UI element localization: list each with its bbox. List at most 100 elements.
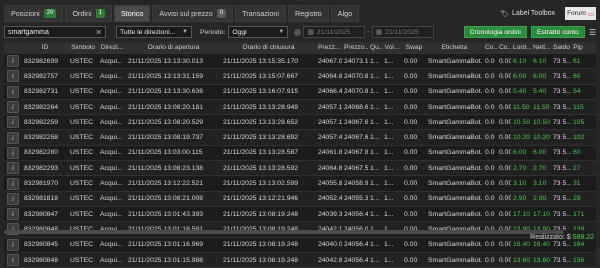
table-cell: 1... <box>384 134 394 142</box>
info-icon[interactable]: i <box>7 238 19 251</box>
direction-select[interactable]: Tutte le direzioni... ▼ <box>116 26 192 38</box>
table-row[interactable]: i 832980848 USTEC Acqui... 21/11/2025 13:01:… <box>4 252 596 268</box>
table-cell: Acqui... <box>100 195 123 203</box>
table-cell: 1... <box>370 118 380 126</box>
column-header[interactable]: Etichetta <box>426 44 483 51</box>
horizontal-scrollbar[interactable] <box>4 230 596 234</box>
column-header[interactable]: Qu... <box>368 44 382 51</box>
tab-avvisi-sul-prezzo[interactable]: Avvisi sul prezzo 0 <box>152 5 234 22</box>
table-row[interactable]: i 832982757 USTEC Acqui... 21/11/2025 13:13:… <box>4 69 596 85</box>
table-cell: 136 <box>573 256 585 264</box>
table-cell: 832982699 <box>24 57 59 65</box>
table-cell: SmartGammaBot... <box>428 118 483 126</box>
info-icon[interactable]: i <box>7 55 19 68</box>
table-row[interactable]: i 832982731 USTEC Acqui... 21/11/2025 13:13:… <box>4 84 596 100</box>
scrollbar-thumb[interactable] <box>4 230 564 234</box>
info-icon[interactable]: i <box>7 162 19 175</box>
forum-label: Forum <box>567 10 586 17</box>
table-row[interactable]: i 832982264 USTEC Acqui... 21/11/2025 13:08:… <box>4 99 596 116</box>
info-icon[interactable]: i <box>7 192 19 205</box>
table-row[interactable]: i 832982293 USTEC Acqui... 21/11/2025 13:08:… <box>4 161 596 177</box>
info-icon[interactable]: i <box>7 131 19 144</box>
table-cell: 24070.80 <box>344 88 368 96</box>
table-cell: 832981970 <box>24 180 59 188</box>
tab-algo[interactable]: Algo <box>330 5 360 22</box>
table-row[interactable]: i 832982259 USTEC Acqui... 21/11/2025 13:08:… <box>4 115 596 131</box>
table-row[interactable]: i 832981818 USTEC Acqui... 21/11/2025 13:08:… <box>4 191 596 207</box>
table-row[interactable]: i 832980847 USTEC Acqui... 21/11/2025 13:01:… <box>4 206 596 223</box>
table-cell: 832982293 <box>24 164 59 172</box>
tab-storico[interactable]: Storico <box>113 5 151 22</box>
table-cell: 73 5... <box>553 57 571 65</box>
order-history-button[interactable]: Cronologia ordini <box>463 26 527 38</box>
info-icon[interactable]: i <box>7 85 19 98</box>
table-header: ID Simbolo Direzi... Orario di apertura Orar… <box>4 42 596 54</box>
table-row[interactable]: i 832981970 USTEC Acqui... 21/11/2025 13:12:… <box>4 176 596 192</box>
table-cell: 60 <box>573 149 581 157</box>
table-cell: 832980845 <box>24 241 59 249</box>
drag-handle[interactable]: • • • <box>285 0 315 4</box>
clear-icon[interactable]: ✕ <box>95 28 102 37</box>
forum-button[interactable]: Forum ▭ <box>565 7 596 20</box>
table-cell: 0.0 <box>485 195 495 203</box>
statement-button[interactable]: Estratto conto <box>530 26 585 38</box>
info-icon[interactable]: i <box>7 177 19 190</box>
search-value: smartgamma <box>8 28 49 36</box>
table-cell: 832982757 <box>24 72 59 80</box>
table-cell: 1... <box>384 103 394 111</box>
info-icon[interactable]: i <box>7 116 19 129</box>
date-range-radio[interactable] <box>294 28 302 36</box>
label-toolbox-button[interactable]: 🏷 Label Toolbox <box>494 6 561 21</box>
table-cell: 0.0 <box>485 88 495 96</box>
table-row[interactable]: i 832980845 USTEC Acqui... 21/11/2025 13:01:… <box>4 237 596 253</box>
table-cell: USTEC <box>70 118 94 126</box>
column-header[interactable]: Orario di apertura <box>126 44 221 51</box>
info-icon[interactable]: i <box>7 254 19 266</box>
table-cell: 60 <box>573 72 581 80</box>
column-header[interactable]: Simbolo <box>68 44 98 51</box>
table-row[interactable]: i 832982699 USTEC Acqui... 21/11/2025 13:13:… <box>4 54 596 70</box>
column-header[interactable]: ID <box>22 44 68 51</box>
filter-bar: smartgamma ✕ Tutte le direzioni... ▼ Per… <box>4 25 596 39</box>
table-cell: 24055.80 <box>318 180 342 188</box>
table-row[interactable]: i 832982280 USTEC Acqui... 21/11/2025 13:03:… <box>4 145 596 162</box>
column-header[interactable]: Lord... <box>511 44 531 51</box>
info-icon[interactable]: i <box>7 101 19 114</box>
column-header[interactable]: Nett... <box>531 44 551 51</box>
table-row[interactable]: i 832982258 USTEC Acqui... 21/11/2025 13:08:… <box>4 130 596 146</box>
info-icon[interactable]: i <box>7 70 19 83</box>
search-input[interactable]: smartgamma ✕ <box>4 26 106 38</box>
date-from-field[interactable]: ▦ 21/11/2025 <box>303 26 366 38</box>
period-select[interactable]: Oggi ▼ <box>228 26 289 38</box>
table-cell: 1... <box>384 256 394 264</box>
calendar-icon: ▦ <box>375 29 383 36</box>
info-icon[interactable]: i <box>7 146 19 159</box>
table-cell: 24064.80 <box>318 164 342 172</box>
table-cell: 0.00 <box>499 241 511 249</box>
table-cell: 1... <box>384 180 394 188</box>
table-cell: 13.60 <box>533 256 551 264</box>
date-to-field[interactable]: ▦ 21/11/2025 <box>371 26 434 38</box>
table-cell: Acqui... <box>100 164 123 172</box>
column-header[interactable]: Prezzo... <box>342 44 368 51</box>
table-cell: 1... <box>370 72 380 80</box>
tab-bar: Posizioni 20 Ordini 1 Storico Avvisi sul prez… <box>4 5 596 22</box>
column-header[interactable]: Vol... <box>382 44 402 51</box>
column-header[interactable]: Co... <box>497 44 511 51</box>
tab-transazioni[interactable]: Transazioni <box>235 5 286 22</box>
info-icon[interactable]: i <box>7 208 19 221</box>
column-header[interactable]: Prezz... <box>316 44 342 51</box>
column-header[interactable]: Direzi... <box>98 44 126 51</box>
tab-posizioni[interactable]: Posizioni 20 <box>4 5 64 22</box>
row-info-cell: i <box>4 254 22 266</box>
table-cell: 24057.40 <box>318 134 342 142</box>
table-cell: 1... <box>370 180 380 188</box>
tab-ordini[interactable]: Ordini 1 <box>65 5 112 22</box>
menu-icon[interactable]: ☰ <box>589 28 596 37</box>
column-header[interactable]: Pip <box>571 44 585 51</box>
column-header[interactable]: Swap <box>402 44 426 51</box>
tab-registro[interactable]: Registro <box>288 5 329 22</box>
column-header[interactable]: Saldo <box>551 44 571 51</box>
column-header[interactable]: Co... <box>483 44 497 51</box>
column-header[interactable]: Orario di chiusura <box>221 44 316 51</box>
